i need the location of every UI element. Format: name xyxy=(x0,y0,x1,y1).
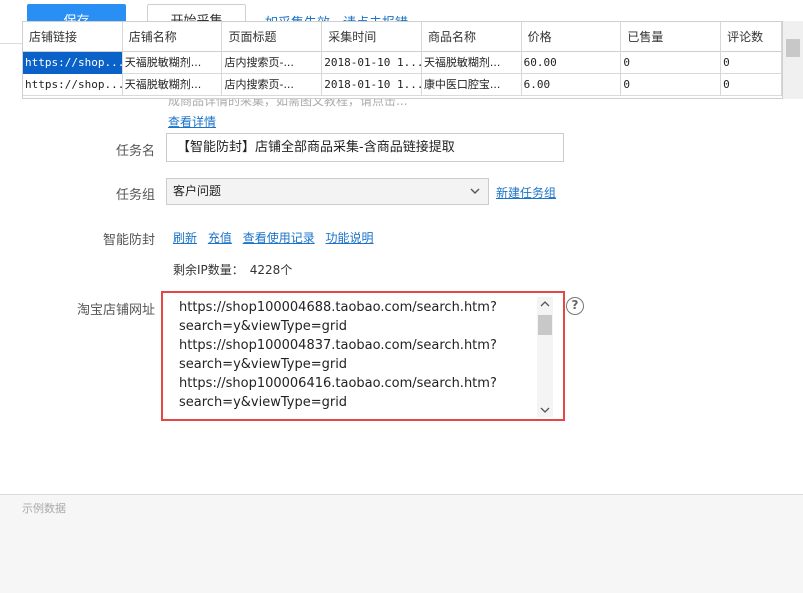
column-header[interactable]: 评论数 xyxy=(721,22,782,52)
column-header[interactable]: 页面标题 xyxy=(222,22,323,52)
column-header[interactable]: 已售量 xyxy=(621,22,722,52)
scroll-up-icon[interactable] xyxy=(537,297,553,311)
table-cell[interactable]: https://shop... xyxy=(23,52,123,74)
table-header: 店铺链接 店铺名称 页面标题 采集时间 商品名称 价格 已售量 评论数 xyxy=(23,22,782,52)
shop-url-label: 淘宝店铺网址 xyxy=(76,303,155,318)
table-cell[interactable]: 2018-01-10 1... xyxy=(322,74,422,96)
table-cell[interactable]: 天福脱敏糊剂... xyxy=(123,52,223,74)
column-header[interactable]: 店铺链接 xyxy=(23,22,123,52)
remaining-ip-value: 4228个 xyxy=(249,263,293,277)
usage-record-link[interactable]: 查看使用记录 xyxy=(243,231,315,245)
refresh-link[interactable]: 刷新 xyxy=(173,231,197,245)
table-cell[interactable]: 天福脱敏糊剂... xyxy=(123,74,223,96)
table-cell[interactable]: https://shop... xyxy=(23,74,123,96)
table-scrollbar[interactable] xyxy=(783,21,803,99)
table-row[interactable]: https://shop... 天福脱敏糊剂... 店内搜索页-... 2018… xyxy=(23,74,782,96)
shop-url-text: https://shop100004688.taobao.com/search.… xyxy=(179,300,497,410)
table-scroll-thumb[interactable] xyxy=(786,39,800,57)
view-detail-link[interactable]: 查看详情 xyxy=(168,113,216,130)
table-cell[interactable]: 康中医口腔宝... xyxy=(422,74,522,96)
task-group-select[interactable]: 客户问题 xyxy=(166,178,489,205)
task-name-input[interactable]: 【智能防封】店铺全部商品采集-含商品链接提取 xyxy=(166,133,564,162)
table-cell[interactable]: 0 xyxy=(721,74,782,96)
table-cell[interactable]: 60.00 xyxy=(522,52,622,74)
feature-info-link[interactable]: 功能说明 xyxy=(326,231,374,245)
table-cell[interactable]: 店内搜索页-... xyxy=(222,74,323,96)
task-name-label: 任务名 xyxy=(115,144,155,159)
sample-data-table: 店铺链接 店铺名称 页面标题 采集时间 商品名称 价格 已售量 评论数 http… xyxy=(22,21,783,99)
sample-data-title: 示例数据 xyxy=(22,502,66,515)
shop-url-scrollbar[interactable] xyxy=(537,297,553,417)
chevron-down-icon xyxy=(470,188,480,194)
table-cell[interactable]: 0 xyxy=(621,74,722,96)
help-icon[interactable]: ? xyxy=(566,297,584,315)
task-group-label: 任务组 xyxy=(115,188,155,203)
anti-block-links: 刷新 充值 查看使用记录 功能说明 xyxy=(173,229,381,246)
column-header[interactable]: 采集时间 xyxy=(322,22,422,52)
table-cell[interactable]: 6.00 xyxy=(522,74,622,96)
table-cell[interactable]: 0 xyxy=(621,52,722,74)
shop-url-textarea[interactable]: https://shop100004688.taobao.com/search.… xyxy=(161,291,565,421)
recharge-link[interactable]: 充值 xyxy=(208,231,232,245)
table-row[interactable]: https://shop... 天福脱敏糊剂... 店内搜索页-... 2018… xyxy=(23,52,782,74)
task-group-value: 客户问题 xyxy=(173,184,222,198)
column-header[interactable]: 店铺名称 xyxy=(123,22,223,52)
column-header[interactable]: 价格 xyxy=(522,22,622,52)
table-cell[interactable]: 天福脱敏糊剂... xyxy=(422,52,522,74)
scroll-thumb[interactable] xyxy=(538,315,552,335)
sample-data-panel: 示例数据 xyxy=(0,494,803,593)
remaining-ip-label: 剩余IP数量： xyxy=(173,263,244,277)
table-cell[interactable]: 2018-01-10 1... xyxy=(322,52,422,74)
new-task-group-link[interactable]: 新建任务组 xyxy=(496,184,556,201)
scroll-down-icon[interactable] xyxy=(537,403,553,417)
column-header[interactable]: 商品名称 xyxy=(422,22,522,52)
table-cell[interactable]: 0 xyxy=(721,52,782,74)
remaining-ip: 剩余IP数量： 4228个 xyxy=(173,261,292,278)
table-cell[interactable]: 店内搜索页-... xyxy=(222,52,323,74)
anti-block-label: 智能防封 xyxy=(102,233,155,248)
